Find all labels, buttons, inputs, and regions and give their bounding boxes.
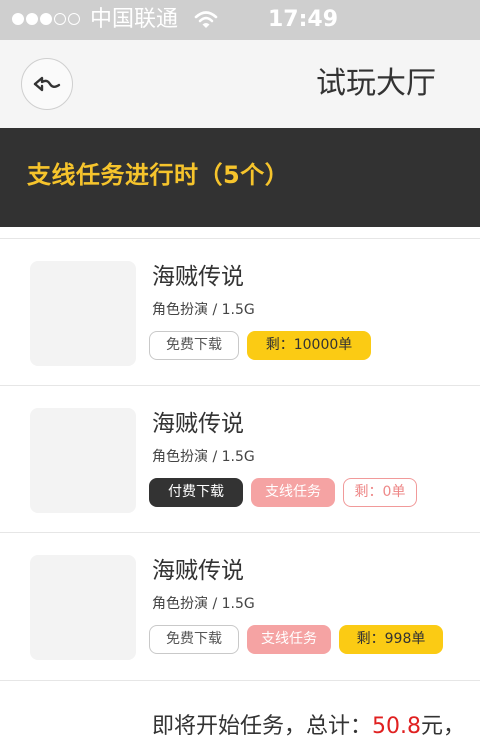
- page-title: 试玩大厅: [316, 66, 436, 101]
- remaining-badge: 剩：10000单: [247, 331, 371, 360]
- game-name: 海贼传说: [152, 411, 244, 437]
- game-thumbnail: [30, 555, 136, 660]
- side-task-badge: 支线任务: [251, 478, 335, 507]
- game-meta: 角色扮演 / 1.5G: [152, 302, 255, 318]
- list-item[interactable]: 海贼传说 角色扮演 / 1.5G 免费下载 剩：10000单: [0, 238, 480, 385]
- total-amount: 50.8: [372, 714, 421, 739]
- game-meta: 角色扮演 / 1.5G: [152, 596, 255, 612]
- footer-summary-text: 即将开始任务，总计：50.8元，: [152, 711, 465, 743]
- banner-text: 支线任务进行时（5个）: [27, 161, 290, 189]
- back-arrow-icon: [33, 76, 61, 92]
- nav-bar: 试玩大厅: [0, 40, 480, 128]
- game-name: 海贼传说: [152, 558, 244, 584]
- footer-prefix: 即将开始任务，总计：: [152, 714, 373, 739]
- footer-suffix: 元，: [421, 714, 466, 739]
- game-list: 海贼传说 角色扮演 / 1.5G 免费下载 剩：10000单 海贼传说 角色扮演…: [0, 238, 480, 679]
- back-button[interactable]: [21, 58, 73, 110]
- footer-summary: 即将开始任务，总计：50.8元，: [0, 680, 480, 745]
- list-item[interactable]: 海贼传说 角色扮演 / 1.5G 免费下载 支线任务 剩：998单: [0, 532, 480, 679]
- free-download-button[interactable]: 免费下载: [149, 625, 239, 654]
- game-meta: 角色扮演 / 1.5G: [152, 449, 255, 465]
- status-bar: 中国联通 17:49: [0, 0, 480, 40]
- task-banner: 支线任务进行时（5个）: [0, 128, 480, 227]
- paid-download-button[interactable]: 付费下载: [149, 478, 243, 507]
- remaining-badge: 剩：0单: [343, 478, 417, 507]
- game-name: 海贼传说: [152, 264, 244, 290]
- free-download-button[interactable]: 免费下载: [149, 331, 239, 360]
- list-item[interactable]: 海贼传说 角色扮演 / 1.5G 付费下载 支线任务 剩：0单: [0, 385, 480, 532]
- remaining-badge: 剩：998单: [339, 625, 443, 654]
- game-thumbnail: [30, 408, 136, 513]
- game-thumbnail: [30, 261, 136, 366]
- status-time: 17:49: [268, 7, 339, 32]
- side-task-badge: 支线任务: [247, 625, 331, 654]
